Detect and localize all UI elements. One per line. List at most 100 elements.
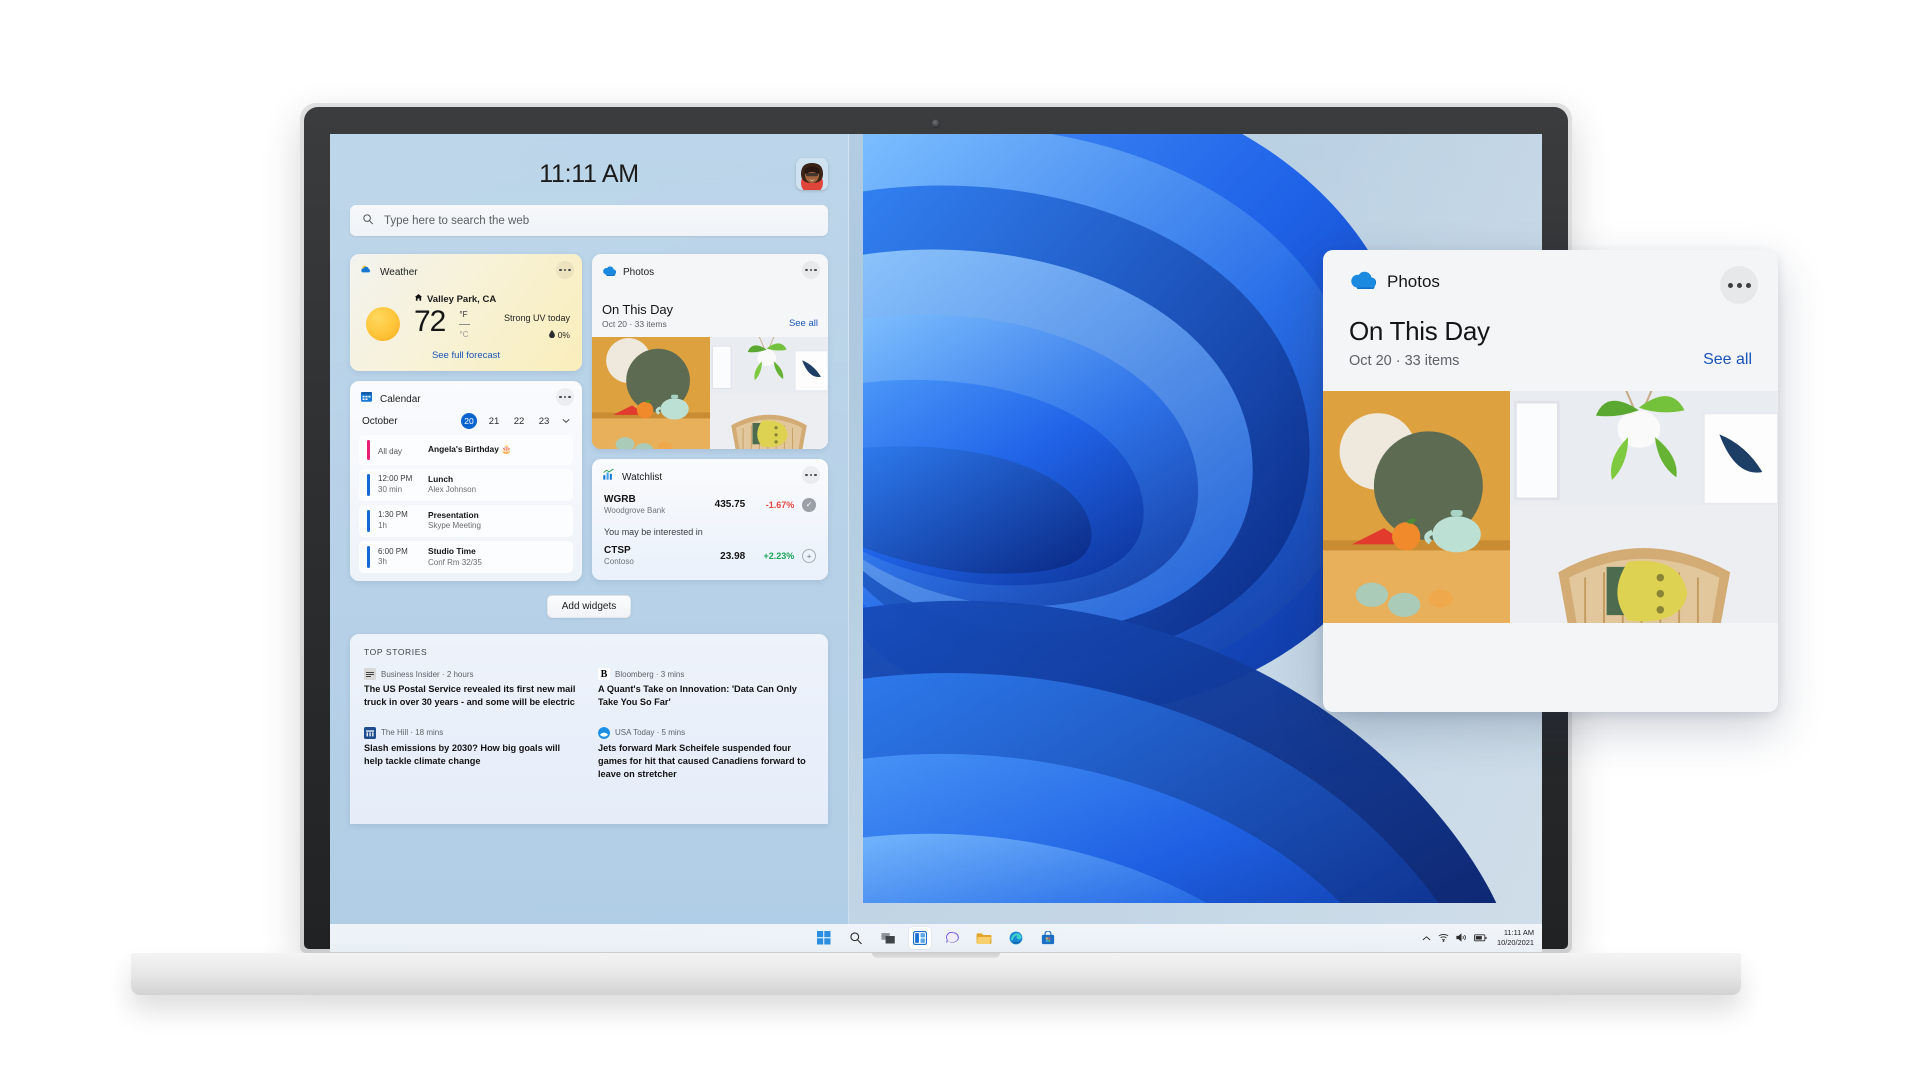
store-button[interactable]	[1037, 927, 1059, 949]
event-time: All day	[378, 441, 420, 459]
birthday-cake-icon: 🎂	[501, 444, 512, 455]
file-explorer-button[interactable]	[973, 927, 995, 949]
hanging-plant-photo[interactable]	[1509, 391, 1778, 505]
news-headline[interactable]: A Quant's Take on Innovation: 'Data Can …	[598, 683, 814, 709]
news-headline[interactable]: Slash emissions by 2030? How big goals w…	[364, 742, 580, 768]
event-time-label: All day	[378, 447, 403, 456]
calendar-event-studio[interactable]: 6:00 PM 3h Studio Time Conf Rm 32/35	[359, 541, 573, 574]
calendar-day-21[interactable]: 21	[486, 416, 502, 427]
home-icon	[414, 293, 423, 305]
weather-location-label: Valley Park, CA	[427, 293, 497, 305]
event-title-text: Angela's Birthday	[428, 444, 499, 455]
plus-icon[interactable]: +	[802, 549, 816, 564]
news-source-label: USA Today	[615, 728, 655, 738]
top-stories-column-left: Business Insider · 2 hours The US Postal…	[364, 668, 580, 780]
photos-expanded-meta: Oct 20 · 33 items	[1349, 353, 1460, 369]
photos-widget[interactable]: Photos On This Day Oct 20 · 33 items See…	[592, 254, 828, 449]
rattan-chair-photo[interactable]	[1509, 504, 1778, 623]
weather-precip-value: 0%	[557, 330, 570, 340]
user-avatar[interactable]	[796, 158, 828, 190]
photos-see-all-link[interactable]: See all	[1703, 351, 1752, 369]
news-headline[interactable]: Jets forward Mark Scheifele suspended fo…	[598, 742, 814, 781]
wifi-icon[interactable]	[1438, 929, 1449, 947]
photos-thumbnail-grid	[592, 337, 828, 449]
see-full-forecast-link[interactable]: See full forecast	[350, 350, 582, 361]
droplet-icon	[548, 330, 555, 340]
more-options-icon[interactable]	[802, 261, 820, 279]
calendar-event-lunch[interactable]: 12:00 PM 30 min Lunch Alex Johnson	[359, 469, 573, 502]
watchlist-widget[interactable]: Watchlist WGRB Woodgrove Bank 435.75 -1.…	[592, 459, 828, 580]
more-options-icon[interactable]	[802, 466, 820, 484]
tea-still-life-photo[interactable]	[592, 337, 710, 449]
news-source-label: Business Insider	[381, 669, 440, 679]
more-options-icon[interactable]	[1720, 266, 1758, 304]
calendar-event-presentation[interactable]: 1:30 PM 1h Presentation Skype Meeting	[359, 505, 573, 538]
calendar-event-allday[interactable]: All day Angela's Birthday 🎂	[359, 435, 573, 465]
check-icon[interactable]: ✓	[802, 497, 816, 512]
calendar-day-22[interactable]: 22	[511, 416, 527, 427]
news-story-card[interactable]: The Hill · 18 mins Slash emissions by 20…	[364, 726, 580, 768]
weather-units: °F °C	[459, 310, 471, 340]
more-options-icon[interactable]	[556, 261, 574, 279]
stock-change: +2.23%	[763, 551, 795, 562]
top-stories-panel: TOP STORIES Business Insider · 2 hours T…	[350, 634, 828, 825]
chevron-down-icon[interactable]	[562, 417, 570, 426]
photos-brand: Photos	[1349, 270, 1752, 294]
news-source-name: USA Today · 5 mins	[615, 728, 686, 738]
stock-symbol: CTSP	[604, 545, 631, 557]
event-time-label: 1:30 PM	[378, 510, 408, 520]
photos-widget-expanded[interactable]: Photos On This Day Oct 20 · 33 items See…	[1323, 250, 1778, 712]
tray-clock[interactable]: 11:11 AM 10/20/2021	[1497, 928, 1534, 948]
event-title-text: Presentation	[428, 510, 479, 521]
more-options-icon[interactable]	[556, 388, 574, 406]
news-source-name: Bloomberg · 3 mins	[615, 669, 685, 679]
calendar-widget[interactable]: Calendar October 20 21 22 23 All day Ang…	[350, 381, 582, 582]
search-input[interactable]: Type here to search the web	[350, 205, 828, 236]
photos-brand-name: Photos	[1387, 272, 1440, 291]
chevron-up-icon[interactable]	[1422, 929, 1431, 947]
stock-company: Woodgrove Bank	[604, 506, 666, 515]
tea-still-life-photo[interactable]	[1323, 391, 1510, 623]
news-story-card[interactable]: Business Insider · 2 hours The US Postal…	[364, 668, 580, 709]
weather-body: Valley Park, CA 72 °F °C Strong UV today…	[350, 285, 582, 341]
rattan-chair-photo[interactable]	[710, 395, 828, 449]
calendar-widget-header: Calendar	[350, 381, 582, 412]
event-title: Angela's Birthday 🎂	[428, 444, 512, 455]
weather-widget[interactable]: Weather Valley Park, CA 72 °F °C Strong …	[350, 254, 582, 371]
add-widgets-button[interactable]: Add widgets	[546, 595, 632, 619]
calendar-day-20[interactable]: 20	[461, 413, 477, 429]
photos-expanded-header: Photos On This Day Oct 20 · 33 items See…	[1323, 250, 1778, 369]
top-stories-column-right: B Bloomberg · 3 mins A Quant's Take on I…	[598, 668, 814, 780]
event-subtitle: Conf Rm 32/35	[428, 557, 482, 567]
photos-see-all-link[interactable]: See all	[789, 318, 818, 329]
news-time-label: 2 hours	[446, 669, 474, 679]
onedrive-cloud-icon	[1349, 270, 1377, 294]
weather-widget-header: Weather	[350, 254, 582, 285]
edge-button[interactable]	[1005, 927, 1027, 949]
news-story-card[interactable]: B Bloomberg · 3 mins A Quant's Take on I…	[598, 668, 814, 709]
event-title-text: Studio Time	[428, 546, 476, 557]
watchlist-row-ctsp[interactable]: CTSP Contoso 23.98 +2.23% +	[592, 541, 828, 570]
top-stories-columns: Business Insider · 2 hours The US Postal…	[364, 668, 814, 780]
stocks-chart-icon	[602, 468, 615, 486]
widgets-button[interactable]	[909, 927, 931, 949]
news-story-card[interactable]: USA Today · 5 mins Jets forward Mark Sch…	[598, 726, 814, 781]
photos-meta-row: Oct 20 · 33 items See all	[602, 317, 818, 329]
calendar-events: All day Angela's Birthday 🎂 12:00 PM 30 …	[350, 435, 582, 574]
weather-conditions: Strong UV today 0%	[504, 313, 570, 340]
hanging-plant-photo[interactable]	[710, 337, 828, 396]
news-headline[interactable]: The US Postal Service revealed its first…	[364, 683, 580, 709]
task-view-button[interactable]	[877, 927, 899, 949]
search-button[interactable]	[845, 927, 867, 949]
speaker-icon[interactable]	[1456, 929, 1467, 947]
weather-main: Valley Park, CA 72 °F °C Strong UV today…	[414, 287, 570, 341]
news-source-row: USA Today · 5 mins	[598, 726, 814, 739]
chat-button[interactable]	[941, 927, 963, 949]
stock-names: WGRB Woodgrove Bank	[604, 493, 698, 516]
news-source-row: The Hill · 18 mins	[364, 726, 580, 739]
calendar-day-23[interactable]: 23	[536, 416, 552, 427]
start-button[interactable]	[813, 927, 835, 949]
battery-icon[interactable]	[1474, 929, 1487, 947]
watchlist-row-wgrb[interactable]: WGRB Woodgrove Bank 435.75 -1.67% ✓	[592, 490, 828, 519]
stock-company: Contoso	[604, 557, 634, 567]
